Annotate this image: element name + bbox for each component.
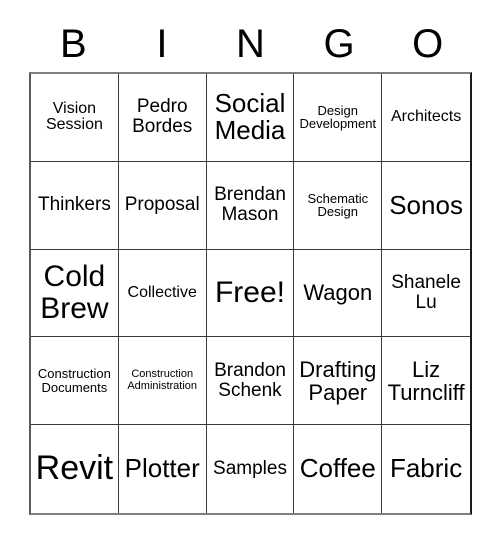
bingo-header-letter-n: N bbox=[236, 22, 265, 66]
bingo-cell-label: Construction Documents bbox=[37, 366, 111, 395]
bingo-header-letter-o: O bbox=[412, 22, 444, 66]
bingo-cell-label: Brendan Mason bbox=[214, 184, 286, 226]
bingo-cell[interactable]: Proposal bbox=[118, 161, 207, 250]
bingo-header: BINGO bbox=[29, 16, 472, 72]
bingo-cell-label: Free! bbox=[214, 276, 285, 310]
bingo-cell-label: Sonos bbox=[389, 189, 463, 220]
bingo-cell[interactable]: Schematic Design bbox=[294, 161, 383, 250]
bingo-header-letter-i: I bbox=[156, 22, 168, 66]
bingo-cell[interactable]: Sonos bbox=[382, 161, 470, 250]
bingo-cell[interactable]: Plotter bbox=[118, 425, 207, 513]
bingo-cell[interactable]: Collective bbox=[118, 249, 207, 338]
bingo-cell[interactable]: Liz Turncliff bbox=[382, 337, 470, 426]
bingo-cell-label: Collective bbox=[127, 283, 197, 301]
bingo-cell-label: Plotter bbox=[124, 453, 200, 484]
bingo-cell[interactable]: Construction Documents bbox=[31, 337, 119, 426]
bingo-cell[interactable]: Cold Brew bbox=[31, 249, 119, 338]
bingo-cell[interactable]: Revit bbox=[31, 425, 119, 513]
bingo-cell-label: Coffee bbox=[299, 453, 376, 484]
bingo-cell-label: Samples bbox=[213, 458, 287, 480]
bingo-cell-label: Liz Turncliff bbox=[387, 356, 465, 405]
bingo-cell-label: Design Development bbox=[299, 102, 377, 132]
bingo-cell[interactable]: Social Media bbox=[206, 74, 295, 162]
bingo-cell[interactable]: Shanele Lu bbox=[382, 249, 470, 338]
bingo-cell-label: Shanele Lu bbox=[391, 272, 461, 313]
bingo-cell[interactable]: Pedro Bordes bbox=[118, 74, 207, 162]
bingo-header-letter-b: B bbox=[59, 22, 87, 66]
bingo-cell[interactable]: Free! bbox=[206, 249, 295, 338]
bingo-cell[interactable]: Brandon Schenk bbox=[206, 337, 295, 426]
bingo-cell[interactable]: Fabric bbox=[382, 425, 470, 513]
bingo-cell[interactable]: Samples bbox=[206, 425, 295, 513]
bingo-cell-label: Architects bbox=[390, 108, 462, 125]
bingo-cell[interactable]: Vision Session bbox=[31, 74, 119, 162]
bingo-cell-label: Cold Brew bbox=[40, 260, 109, 325]
bingo-cell[interactable]: Design Development bbox=[294, 74, 383, 162]
bingo-cell-label: Social Media bbox=[214, 88, 286, 146]
bingo-cell[interactable]: Drafting Paper bbox=[294, 337, 383, 426]
bingo-grid: Vision Session Pedro Bordes Social Media De… bbox=[29, 72, 472, 515]
bingo-cell[interactable]: Thinkers bbox=[31, 161, 119, 250]
bingo-cell-label: Schematic Design bbox=[307, 190, 369, 220]
bingo-cell-label: Thinkers bbox=[37, 194, 111, 216]
bingo-cell-label: Revit bbox=[35, 449, 114, 488]
bingo-cell-label: Vision Session bbox=[45, 99, 103, 134]
bingo-cell[interactable]: Construction Administration bbox=[118, 337, 207, 426]
bingo-cell[interactable]: Wagon bbox=[294, 249, 383, 338]
bingo-cell[interactable]: Brendan Mason bbox=[206, 161, 295, 250]
bingo-cell-label: Pedro Bordes bbox=[132, 96, 193, 138]
bingo-cell-label: Drafting Paper bbox=[299, 356, 377, 405]
bingo-card: B I N G O Vision Session Pedro Bordes Social M… bbox=[0, 0, 500, 544]
bingo-cell-label: Construction Administration bbox=[127, 368, 198, 392]
bingo-cell-label: Brandon Schenk bbox=[214, 359, 286, 401]
bingo-cell-label: Fabric bbox=[389, 453, 463, 484]
bingo-cell[interactable]: Coffee bbox=[294, 425, 383, 513]
bingo-header-letter-g: G bbox=[323, 22, 355, 66]
bingo-cell[interactable]: Architects bbox=[382, 74, 470, 162]
bingo-cell-label: Proposal bbox=[124, 194, 200, 216]
bingo-cell-label: Wagon bbox=[303, 280, 373, 306]
